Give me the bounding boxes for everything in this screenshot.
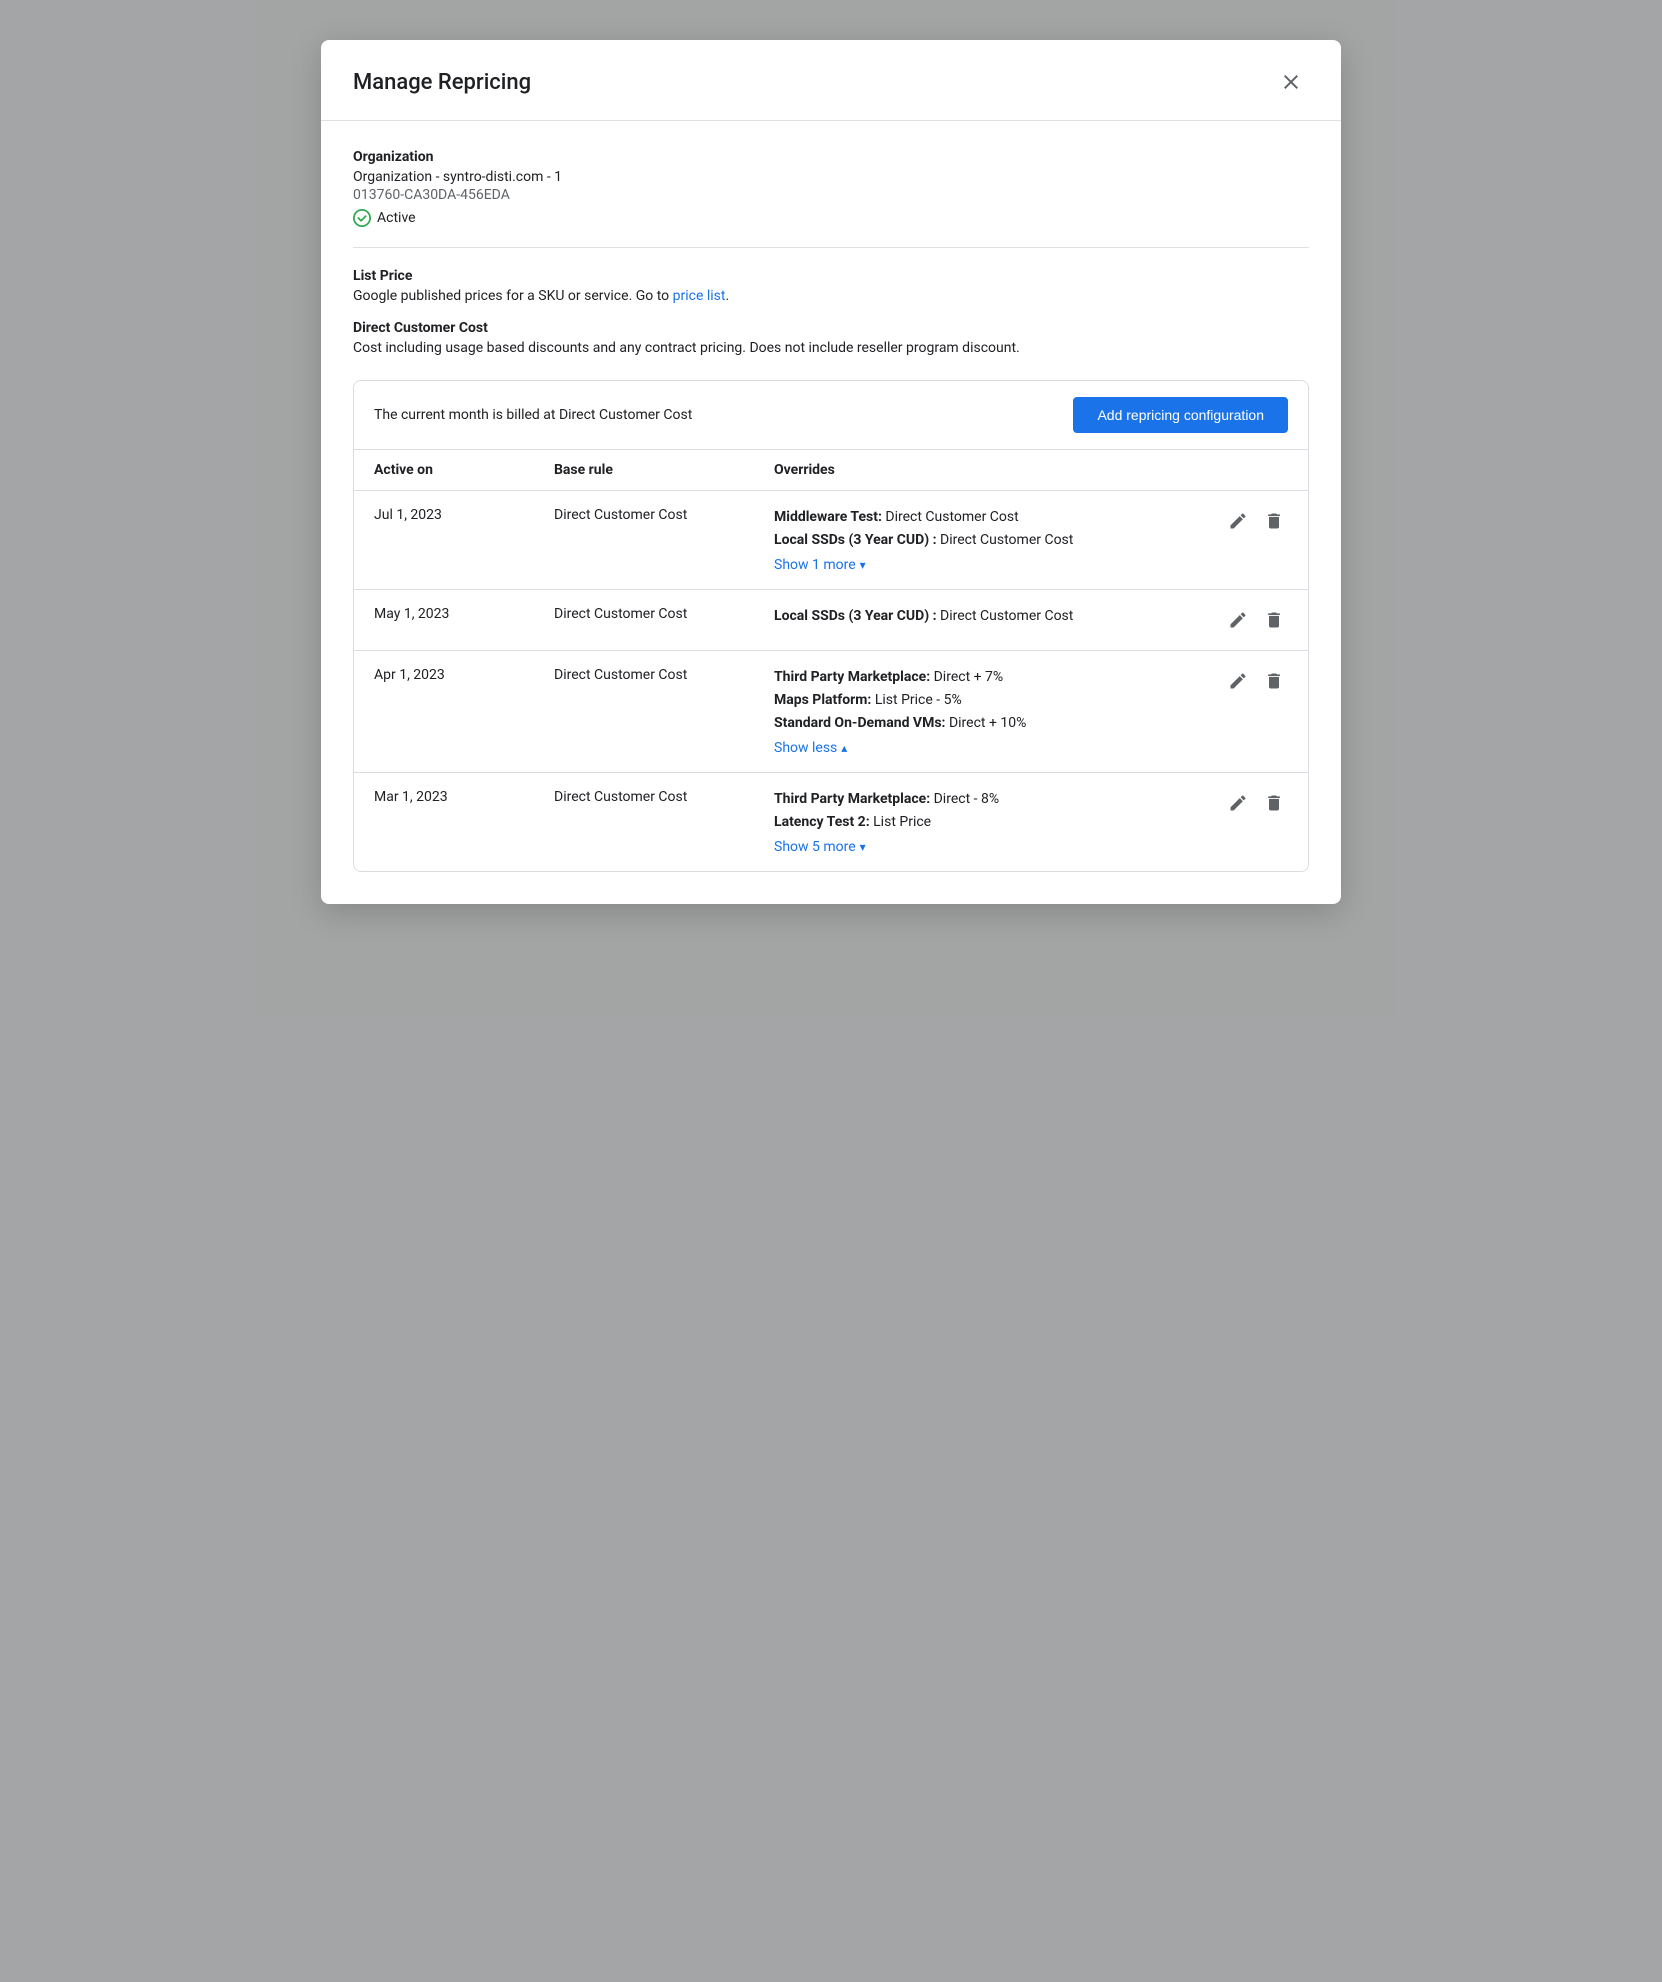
override-line: Standard On-Demand VMs: Direct + 10% bbox=[774, 713, 1200, 734]
actions-cell bbox=[1208, 606, 1288, 634]
active-on-cell: Jul 1, 2023 bbox=[374, 507, 554, 523]
override-line: Local SSDs (3 Year CUD) : Direct Custome… bbox=[774, 606, 1200, 627]
table-row: Apr 1, 2023 Direct Customer Cost Third P… bbox=[354, 651, 1308, 773]
direct-cost-label: Direct Customer Cost bbox=[353, 320, 1309, 336]
section-divider-1 bbox=[353, 247, 1309, 248]
delete-icon bbox=[1264, 610, 1284, 630]
table-row: Mar 1, 2023 Direct Customer Cost Third P… bbox=[354, 773, 1308, 871]
modal-title: Manage Repricing bbox=[353, 70, 531, 95]
override-line: Latency Test 2: List Price bbox=[774, 812, 1200, 833]
org-status-badge: Active bbox=[353, 209, 1309, 227]
config-box: The current month is billed at Direct Cu… bbox=[353, 380, 1309, 872]
overrides-cell: Middleware Test: Direct Customer Cost Lo… bbox=[774, 507, 1208, 573]
active-on-cell: Apr 1, 2023 bbox=[374, 667, 554, 683]
header-base-rule: Base rule bbox=[554, 462, 774, 478]
list-price-desc: Google published prices for a SKU or ser… bbox=[353, 288, 1309, 304]
modal-body: Organization Organization - syntro-disti… bbox=[321, 121, 1341, 904]
header-overrides: Overrides bbox=[774, 462, 1208, 478]
edit-icon bbox=[1228, 671, 1248, 691]
config-banner-text: The current month is billed at Direct Cu… bbox=[374, 407, 692, 423]
actions-cell bbox=[1208, 789, 1288, 817]
header-active-on: Active on bbox=[374, 462, 554, 478]
show-more-button[interactable]: Show 1 more ▾ bbox=[774, 553, 866, 573]
edit-button[interactable] bbox=[1224, 507, 1252, 535]
org-id: 013760-CA30DA-456EDA bbox=[353, 187, 1309, 203]
delete-icon bbox=[1264, 511, 1284, 531]
org-section: Organization Organization - syntro-disti… bbox=[353, 149, 1309, 227]
delete-button[interactable] bbox=[1260, 606, 1288, 634]
actions-cell bbox=[1208, 667, 1288, 695]
chevron-up-icon: ▴ bbox=[841, 741, 847, 755]
modal-header: Manage Repricing bbox=[321, 40, 1341, 121]
delete-icon bbox=[1264, 671, 1284, 691]
header-actions bbox=[1208, 462, 1288, 478]
base-rule-cell: Direct Customer Cost bbox=[554, 606, 774, 622]
active-on-cell: Mar 1, 2023 bbox=[374, 789, 554, 805]
override-line: Local SSDs (3 Year CUD) : Direct Custome… bbox=[774, 530, 1200, 551]
add-repricing-config-button[interactable]: Add repricing configuration bbox=[1073, 397, 1288, 433]
edit-icon bbox=[1228, 511, 1248, 531]
delete-button[interactable] bbox=[1260, 667, 1288, 695]
modal-backdrop: Manage Repricing Organization Organizati… bbox=[0, 0, 1662, 1982]
override-line: Middleware Test: Direct Customer Cost bbox=[774, 507, 1200, 528]
show-5-more-button[interactable]: Show 5 more ▾ bbox=[774, 835, 866, 855]
table-header: Active on Base rule Overrides bbox=[354, 450, 1308, 491]
overrides-cell: Local SSDs (3 Year CUD) : Direct Custome… bbox=[774, 606, 1208, 629]
table-row: Jul 1, 2023 Direct Customer Cost Middlew… bbox=[354, 491, 1308, 590]
direct-cost-section: Direct Customer Cost Cost including usag… bbox=[353, 320, 1309, 356]
show-less-button[interactable]: Show less ▴ bbox=[774, 736, 847, 756]
list-price-desc-text: Google published prices for a SKU or ser… bbox=[353, 288, 673, 304]
chevron-down-icon: ▾ bbox=[860, 558, 866, 572]
org-name: Organization - syntro-disti.com - 1 bbox=[353, 169, 1309, 185]
actions-cell bbox=[1208, 507, 1288, 535]
org-status-text: Active bbox=[377, 210, 416, 226]
org-label: Organization bbox=[353, 149, 1309, 165]
delete-button[interactable] bbox=[1260, 789, 1288, 817]
direct-cost-desc: Cost including usage based discounts and… bbox=[353, 340, 1309, 356]
delete-button[interactable] bbox=[1260, 507, 1288, 535]
delete-icon bbox=[1264, 793, 1284, 813]
base-rule-cell: Direct Customer Cost bbox=[554, 667, 774, 683]
base-rule-cell: Direct Customer Cost bbox=[554, 507, 774, 523]
list-price-label: List Price bbox=[353, 268, 1309, 284]
list-price-section: List Price Google published prices for a… bbox=[353, 268, 1309, 304]
override-line: Maps Platform: List Price - 5% bbox=[774, 690, 1200, 711]
active-check-icon bbox=[353, 209, 371, 227]
modal: Manage Repricing Organization Organizati… bbox=[321, 40, 1341, 904]
edit-button[interactable] bbox=[1224, 606, 1252, 634]
price-list-link[interactable]: price list bbox=[673, 288, 726, 304]
active-on-cell: May 1, 2023 bbox=[374, 606, 554, 622]
list-price-desc-suffix: . bbox=[725, 288, 729, 304]
edit-button[interactable] bbox=[1224, 789, 1252, 817]
overrides-cell: Third Party Marketplace: Direct - 8% Lat… bbox=[774, 789, 1208, 855]
base-rule-cell: Direct Customer Cost bbox=[554, 789, 774, 805]
edit-button[interactable] bbox=[1224, 667, 1252, 695]
edit-icon bbox=[1228, 793, 1248, 813]
close-icon bbox=[1279, 70, 1303, 94]
table-row: May 1, 2023 Direct Customer Cost Local S… bbox=[354, 590, 1308, 651]
override-line: Third Party Marketplace: Direct + 7% bbox=[774, 667, 1200, 688]
chevron-down-icon: ▾ bbox=[860, 840, 866, 854]
overrides-cell: Third Party Marketplace: Direct + 7% Map… bbox=[774, 667, 1208, 756]
config-banner: The current month is billed at Direct Cu… bbox=[354, 381, 1308, 450]
edit-icon bbox=[1228, 610, 1248, 630]
close-button[interactable] bbox=[1273, 64, 1309, 100]
override-line: Third Party Marketplace: Direct - 8% bbox=[774, 789, 1200, 810]
